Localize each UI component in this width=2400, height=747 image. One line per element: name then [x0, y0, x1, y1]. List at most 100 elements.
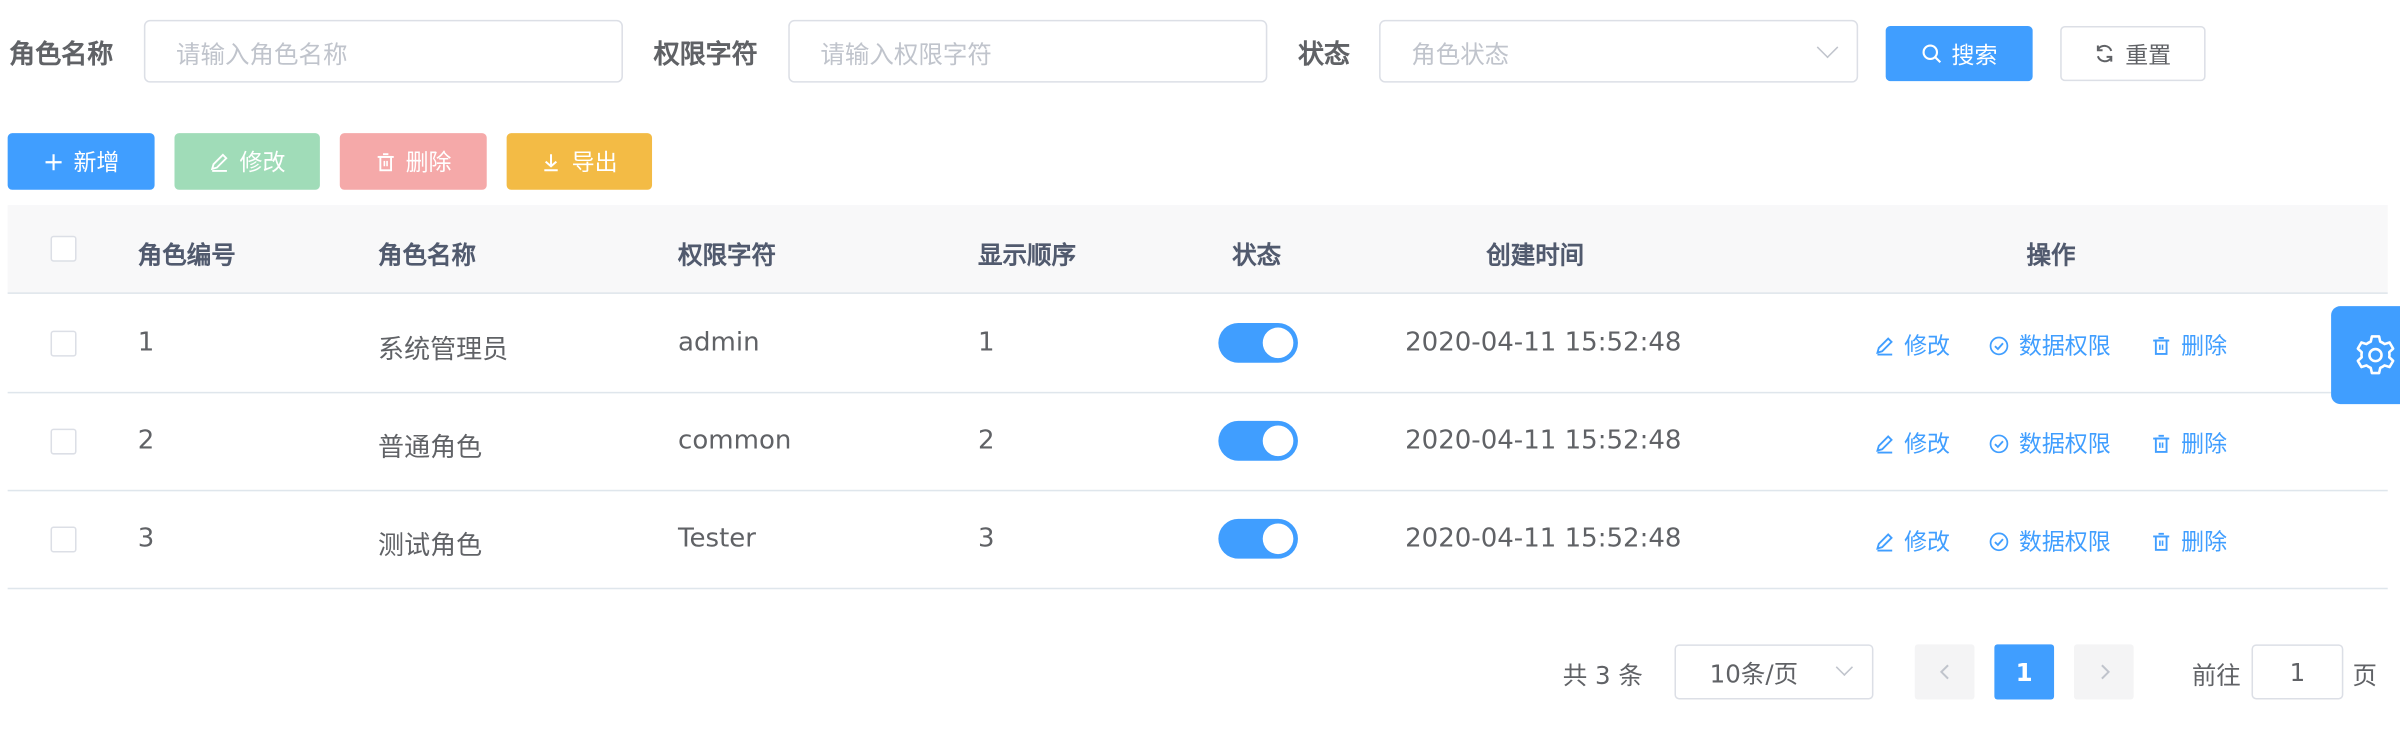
perm-key-label: 权限字符 [653, 39, 758, 71]
chevron-down-icon [1816, 36, 1839, 59]
chevron-left-icon [1939, 664, 1949, 680]
row-checkbox[interactable] [50, 428, 77, 455]
col-sort: 显示顺序 [978, 240, 1077, 270]
search-icon [1922, 44, 1942, 64]
export-button-label: 导出 [571, 148, 618, 177]
row-data-scope-button[interactable]: 数据权限 [1988, 329, 2111, 361]
role-id: 1 [137, 327, 155, 359]
row-edit-button[interactable]: 修改 [1873, 329, 1950, 361]
col-role-name: 角色名称 [378, 240, 477, 270]
col-status: 状态 [1232, 240, 1282, 270]
perm-key-placeholder: 请输入权限字符 [820, 39, 992, 69]
status-switch[interactable] [1218, 322, 1298, 363]
edit-icon [1876, 336, 1893, 355]
gear-icon [2356, 335, 2395, 375]
page-unit-label: 页 [2352, 661, 2378, 691]
select-all-checkbox[interactable] [50, 235, 77, 262]
search-button[interactable]: 搜索 [1885, 26, 2033, 82]
search-button-label: 搜索 [1951, 40, 1998, 69]
row-edit-button[interactable]: 修改 [1873, 427, 1950, 459]
role-name: 测试角色 [378, 531, 483, 562]
delete-button-label: 删除 [405, 148, 452, 177]
row-checkbox[interactable] [50, 526, 77, 553]
role-id: 3 [137, 523, 155, 555]
created-time: 2020-04-11 15:52:48 [1405, 425, 1682, 457]
trash-icon [2153, 434, 2170, 453]
export-button[interactable]: 导出 [506, 133, 653, 190]
row-delete-label: 删除 [2181, 332, 2228, 360]
row-checkbox[interactable] [50, 330, 77, 357]
table-row: 1 系统管理员 admin 1 2020-04-11 15:52:48 修改 数… [7, 295, 2388, 394]
role-key: Tester [678, 523, 757, 555]
trash-icon [377, 152, 394, 171]
col-actions: 操作 [2026, 240, 2076, 270]
row-edit-button[interactable]: 修改 [1873, 525, 1950, 557]
row-data-scope-button[interactable]: 数据权限 [1988, 525, 2111, 557]
prev-page-button[interactable] [1914, 644, 1975, 700]
edit-button[interactable]: 修改 [174, 133, 320, 190]
status-select[interactable]: 角色状态 [1379, 19, 1859, 83]
role-name-input[interactable]: 请输入角色名称 [143, 19, 623, 83]
row-delete-button[interactable]: 删除 [2150, 525, 2227, 557]
row-data-scope-button[interactable]: 数据权限 [1988, 427, 2111, 459]
role-sort: 2 [978, 425, 995, 457]
col-role-key: 权限字符 [678, 240, 777, 270]
table-row: 3 测试角色 Tester 3 2020-04-11 15:52:48 修改 数… [7, 491, 2388, 590]
edit-button-label: 修改 [239, 148, 286, 177]
table-header: 角色编号 角色名称 权限字符 显示顺序 状态 创建时间 操作 [7, 205, 2388, 294]
role-sort: 1 [978, 327, 995, 359]
row-edit-label: 修改 [1904, 430, 1951, 458]
delete-button[interactable]: 删除 [339, 133, 487, 190]
status-switch[interactable] [1218, 518, 1298, 559]
edit-icon [1876, 434, 1893, 453]
perm-key-input[interactable]: 请输入权限字符 [788, 19, 1268, 83]
role-name: 系统管理员 [378, 335, 509, 366]
role-sort: 3 [978, 523, 995, 555]
trash-icon [2153, 532, 2170, 551]
row-edit-label: 修改 [1904, 332, 1951, 360]
add-button[interactable]: 新增 [7, 133, 155, 190]
row-delete-button[interactable]: 删除 [2150, 329, 2227, 361]
row-data-scope-label: 数据权限 [2018, 430, 2111, 458]
trash-icon [2153, 336, 2170, 355]
pagination-total: 共 3 条 [1562, 661, 1643, 691]
row-data-scope-label: 数据权限 [2018, 332, 2111, 360]
page-size-value: 10条/页 [1709, 659, 1799, 689]
col-created: 创建时间 [1486, 240, 1585, 270]
chevron-down-icon [1835, 658, 1854, 676]
role-name-placeholder: 请输入角色名称 [176, 39, 348, 69]
role-name-label: 角色名称 [9, 39, 114, 71]
created-time: 2020-04-11 15:52:48 [1405, 327, 1682, 359]
settings-button[interactable] [2331, 306, 2400, 405]
page-number-current[interactable]: 1 [1994, 644, 2055, 700]
row-delete-label: 删除 [2181, 528, 2228, 556]
role-key: admin [678, 327, 760, 359]
page-size-select[interactable]: 10条/页 [1674, 644, 1874, 700]
edit-icon [1876, 532, 1893, 551]
col-role-id: 角色编号 [137, 240, 236, 270]
status-label: 状态 [1297, 39, 1350, 71]
refresh-icon [2097, 44, 2114, 63]
chevron-right-icon [2100, 664, 2110, 680]
circle-check-icon [1989, 335, 2009, 355]
created-time: 2020-04-11 15:52:48 [1405, 523, 1682, 555]
goto-page-input[interactable]: 1 [2251, 644, 2344, 700]
row-delete-label: 删除 [2181, 430, 2228, 458]
row-delete-button[interactable]: 删除 [2150, 427, 2227, 459]
row-data-scope-label: 数据权限 [2018, 528, 2111, 556]
plus-icon [45, 153, 62, 170]
next-page-button[interactable] [2073, 644, 2134, 700]
goto-label: 前往 [2191, 661, 2241, 691]
role-name: 普通角色 [378, 433, 483, 464]
reset-button[interactable]: 重置 [2060, 26, 2206, 82]
row-edit-label: 修改 [1904, 528, 1951, 556]
goto-page-value: 1 [2289, 657, 2306, 687]
status-switch[interactable] [1218, 420, 1298, 461]
role-id: 2 [137, 425, 155, 457]
reset-button-label: 重置 [2125, 40, 2172, 69]
role-key: common [678, 425, 792, 457]
circle-check-icon [1989, 433, 2009, 453]
status-placeholder: 角色状态 [1411, 39, 1510, 69]
circle-check-icon [1989, 531, 2009, 551]
add-button-label: 新增 [73, 148, 120, 177]
